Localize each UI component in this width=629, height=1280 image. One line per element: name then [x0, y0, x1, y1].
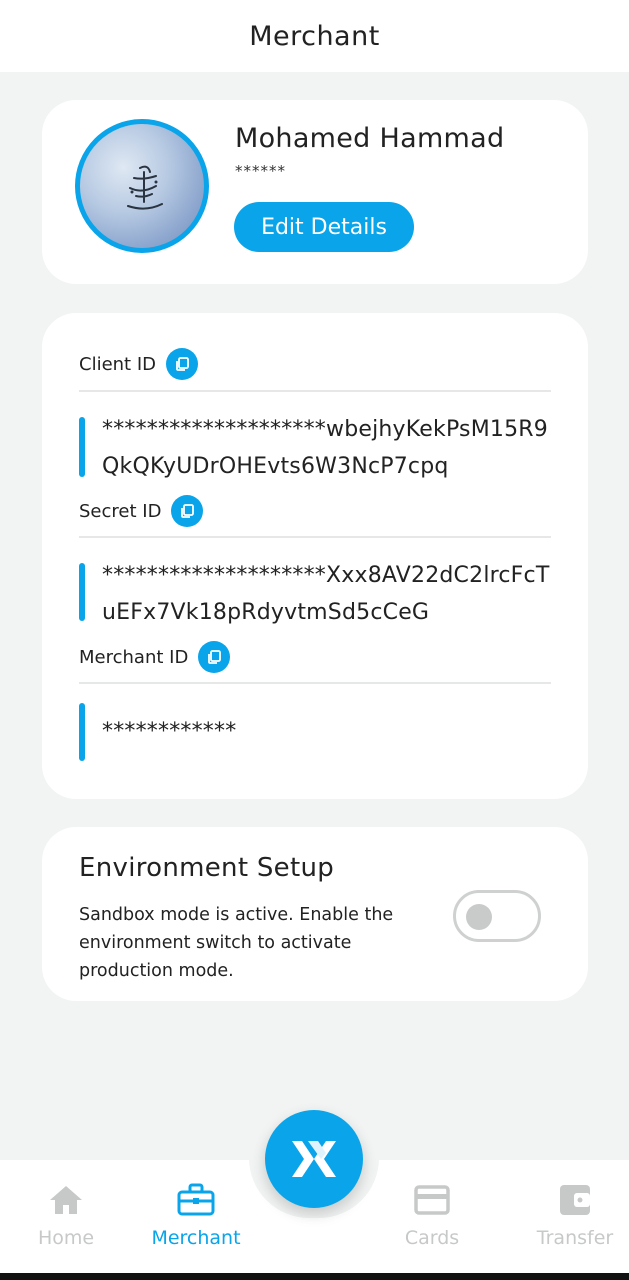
card-icon: [414, 1185, 450, 1215]
nav-item-transfer[interactable]: Transfer: [520, 1183, 629, 1253]
nav-item-cards[interactable]: Cards: [377, 1183, 487, 1253]
briefcase-icon: [177, 1183, 215, 1216]
credentials-card: Client ID ********************wbejhyKekP…: [42, 313, 588, 799]
nav-label-merchant: Merchant: [151, 1227, 241, 1249]
divider: [79, 390, 551, 392]
profile-card: Mohamed Hammad ****** Edit Details: [42, 100, 588, 284]
avatar: [75, 119, 209, 253]
copy-client-id-icon[interactable]: [166, 348, 199, 380]
nav-label-transfer: Transfer: [536, 1227, 614, 1249]
merchant-id-value: ************: [102, 719, 237, 744]
center-action-button[interactable]: [265, 1110, 363, 1208]
secret-id-value: ********************Xxx8AV22dC2lrcFcTuEF…: [102, 563, 550, 625]
nav-item-merchant[interactable]: Merchant: [141, 1183, 251, 1253]
merchant-id-label: Merchant ID: [79, 646, 189, 668]
toggle-knob: [466, 904, 492, 930]
secret-id-label-row: Secret ID: [79, 495, 204, 527]
nav-label-cards: Cards: [404, 1227, 460, 1249]
environment-toggle[interactable]: [453, 890, 541, 942]
app-header: Merchant: [0, 0, 629, 72]
page-title: Merchant: [249, 20, 380, 52]
nav-item-home[interactable]: Home: [11, 1183, 121, 1253]
wallet-icon: [560, 1185, 590, 1215]
home-icon: [50, 1186, 82, 1214]
client-id-label-row: Client ID: [79, 348, 199, 380]
edit-details-button[interactable]: Edit Details: [234, 202, 414, 252]
copy-secret-id-icon[interactable]: [171, 495, 204, 527]
avatar-calligraphy-image: [127, 165, 163, 210]
brand-logo-icon: [292, 1141, 336, 1177]
profile-name: Mohamed Hammad: [235, 123, 505, 154]
environment-title: Environment Setup: [79, 853, 335, 883]
secret-id-label: Secret ID: [79, 500, 162, 522]
copy-merchant-id-icon[interactable]: [198, 641, 231, 673]
system-bar: [0, 1273, 629, 1280]
profile-masked-detail: ******: [235, 162, 286, 180]
nav-label-home: Home: [37, 1227, 95, 1249]
value-accent-bar: [79, 417, 85, 477]
environment-description: Sandbox mode is active. Enable the envir…: [79, 905, 394, 981]
client-id-label: Client ID: [79, 353, 157, 375]
environment-card: Environment Setup Sandbox mode is active…: [42, 827, 588, 1001]
client-id-value: ********************wbejhyKekPsM15R9QkQK…: [102, 417, 548, 479]
merchant-id-label-row: Merchant ID: [79, 641, 231, 673]
divider: [79, 682, 551, 684]
divider: [79, 536, 551, 538]
value-accent-bar: [79, 703, 85, 761]
value-accent-bar: [79, 563, 85, 621]
